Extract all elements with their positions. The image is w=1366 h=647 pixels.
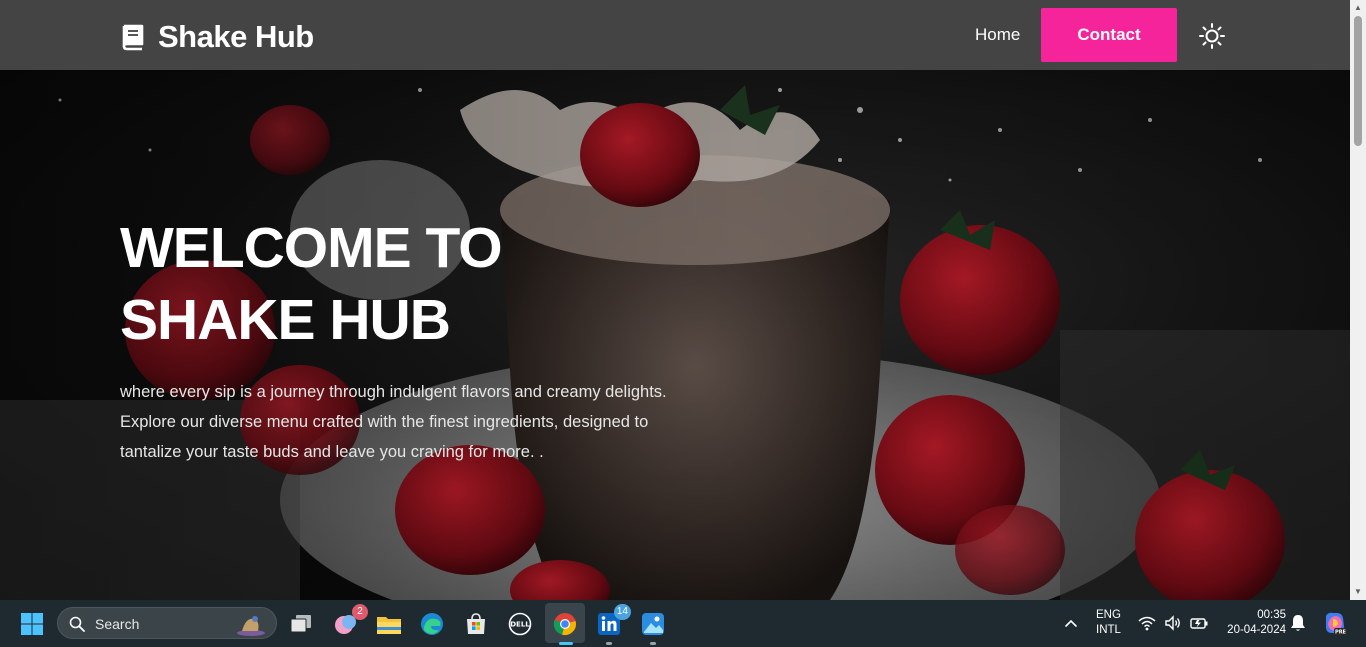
scroll-thumb[interactable]	[1354, 16, 1362, 146]
taskbar-search[interactable]: Search	[57, 607, 277, 639]
taskbar: Search 2 DELL 14 ENG INTL 00:35 20-04-20…	[0, 600, 1366, 647]
chrome-icon	[553, 613, 576, 635]
clock-date: 20-04-2024	[1227, 624, 1286, 636]
sun-icon[interactable]	[1198, 22, 1226, 50]
file-explorer-icon	[377, 617, 401, 634]
brand-name: Shake Hub	[158, 19, 314, 54]
task-view-icon	[290, 615, 311, 633]
notification-bell-icon[interactable]	[1290, 614, 1306, 632]
widgets-badge: 2	[352, 604, 368, 620]
photos-icon	[642, 613, 664, 635]
windows-start-icon	[21, 613, 43, 635]
hero-title: WELCOME TO SHAKE HUB	[120, 212, 640, 356]
clock-time: 00:35	[1257, 609, 1286, 621]
scroll-up-arrow-icon[interactable]: ▲	[1354, 4, 1362, 12]
chevron-up-icon[interactable]	[1063, 615, 1079, 631]
hero-description: where every sip is a journey through ind…	[120, 383, 667, 461]
linkedin-button[interactable]: 14	[593, 604, 631, 645]
dell-button[interactable]: DELL	[504, 608, 536, 640]
hero-title-line-2: SHAKE HUB	[120, 288, 451, 352]
copilot-icon[interactable]: PRE	[1322, 610, 1348, 636]
scroll-down-arrow-icon[interactable]: ▼	[1354, 588, 1362, 596]
book-icon	[122, 24, 144, 51]
chrome-running-indicator	[559, 642, 573, 645]
wifi-icon[interactable]	[1138, 614, 1156, 632]
svg-text:PRE: PRE	[1335, 630, 1347, 636]
search-placeholder: Search	[95, 616, 140, 632]
dell-icon: DELL	[508, 612, 532, 636]
hero-section: WELCOME TO SHAKE HUB where every sip is …	[0, 70, 1350, 600]
photos-button[interactable]	[637, 608, 669, 645]
linkedin-running-indicator	[606, 642, 612, 645]
linkedin-badge: 14	[613, 604, 631, 620]
navbar: Shake Hub Home Contact	[0, 0, 1350, 70]
search-icon	[69, 616, 85, 632]
edge-icon	[421, 613, 443, 635]
edge-button[interactable]	[416, 608, 448, 640]
battery-icon[interactable]	[1190, 614, 1208, 632]
language-indicator[interactable]: ENG INTL	[1096, 608, 1121, 638]
volume-icon[interactable]	[1164, 614, 1182, 632]
language-layout: INTL	[1096, 624, 1121, 636]
file-explorer-button[interactable]	[373, 608, 405, 640]
task-view-button[interactable]	[285, 608, 317, 640]
microsoft-store-icon	[467, 613, 485, 634]
microsoft-store-button[interactable]	[460, 608, 492, 640]
language-code: ENG	[1096, 609, 1121, 621]
brand-logo[interactable]: Shake Hub	[118, 18, 314, 56]
svg-text:DELL: DELL	[510, 621, 530, 629]
clock[interactable]: 00:35 20-04-2024	[1216, 608, 1286, 638]
contact-button[interactable]: Contact	[1041, 8, 1177, 62]
search-highlight-icon	[237, 616, 265, 636]
windows-start-button[interactable]	[16, 608, 48, 640]
photos-running-indicator	[650, 642, 656, 645]
chrome-button[interactable]	[549, 608, 581, 645]
widgets-button[interactable]: 2	[330, 604, 368, 640]
system-tray[interactable]	[1138, 614, 1208, 632]
nav-home-link[interactable]: Home	[975, 23, 1020, 47]
page-scrollbar[interactable]: ▲ ▼	[1350, 0, 1366, 600]
hero-title-line-1: WELCOME TO	[120, 216, 503, 280]
